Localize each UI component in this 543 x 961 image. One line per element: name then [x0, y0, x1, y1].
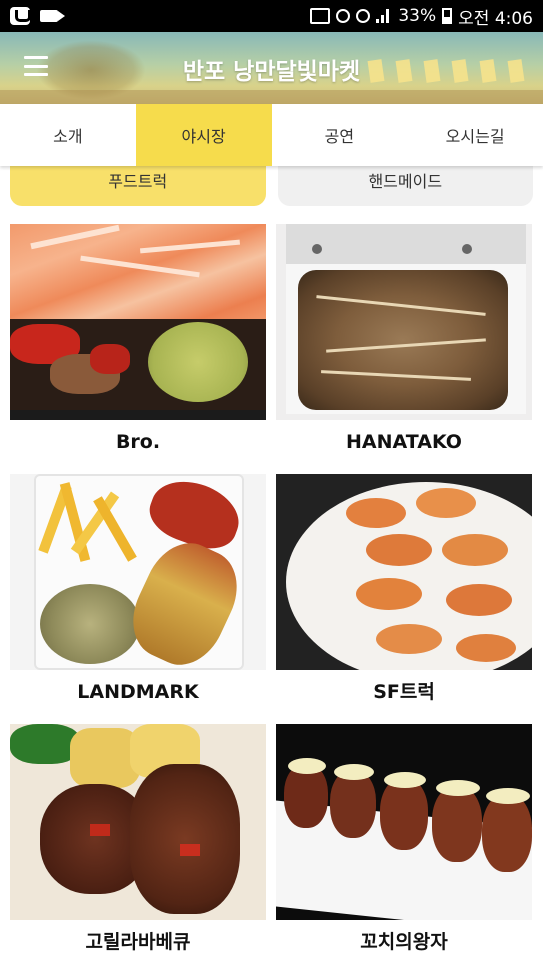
vendor-name: Bro. [115, 431, 161, 453]
subcat-handmade[interactable]: 핸드메이드 [277, 166, 533, 206]
vendor-name: 고릴라바베큐 [85, 931, 191, 953]
signal-icon [376, 9, 392, 23]
main-tabs: 소개 야시장 공연 오시는길 [0, 104, 543, 166]
vendor-image-takoyaki [276, 224, 532, 420]
vendor-card-landmark[interactable]: LANDMARK [10, 474, 266, 724]
status-bar: 33% 오전 4:06 [0, 0, 543, 32]
app-notification-icon [10, 7, 31, 25]
tab-directions[interactable]: 오시는길 [407, 104, 543, 166]
vendor-card-hanatako[interactable]: HANATAKO [276, 224, 532, 474]
vendor-grid: Bro. HANATAKO LANDMARK SF트럭 고릴라바베큐 꼬치의왕자 [10, 224, 532, 961]
vendor-image-bbq [10, 724, 266, 920]
vendor-image-shrimp [276, 474, 532, 670]
vendor-image-lobster [10, 474, 266, 670]
vendor-name: SF트럭 [373, 681, 435, 703]
vendor-image-skewers [276, 724, 532, 920]
subcat-food-truck[interactable]: 푸드트럭 [10, 166, 266, 206]
tab-intro[interactable]: 소개 [0, 104, 136, 166]
video-camera-icon [40, 10, 65, 22]
vendor-image-salmon [10, 224, 266, 420]
vendor-name: 꼬치의왕자 [360, 931, 448, 953]
battery-icon [442, 8, 453, 24]
tab-night-market[interactable]: 야시장 [135, 104, 272, 166]
subcategory-tabs: 푸드트럭 핸드메이드 [0, 166, 543, 210]
vendor-card-gorilla-bbq[interactable]: 고릴라바베큐 [10, 724, 266, 961]
alarm-icon [356, 9, 371, 23]
mute-icon [336, 9, 351, 23]
header-background-ground [0, 90, 543, 104]
tab-performance[interactable]: 공연 [272, 104, 408, 166]
cast-icon [310, 8, 331, 24]
vendor-card-bro[interactable]: Bro. [10, 224, 266, 474]
vendor-card-sf-truck[interactable]: SF트럭 [276, 474, 532, 724]
vendor-card-skewer-prince[interactable]: 꼬치의왕자 [276, 724, 532, 961]
vendor-name: LANDMARK [77, 681, 199, 703]
app-title: 반포 낭만달빛마켓 [182, 59, 361, 85]
clock: 오전 4:06 [458, 8, 533, 29]
app-header: 반포 낭만달빛마켓 [0, 32, 543, 104]
vendor-name: HANATAKO [346, 431, 462, 453]
battery-percent: 33% [398, 6, 437, 26]
